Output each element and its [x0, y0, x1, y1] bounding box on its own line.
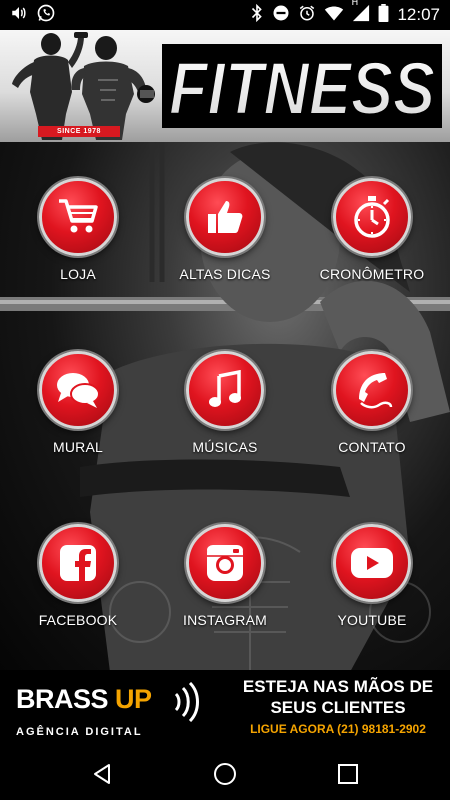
menu-label-contato: CONTATO — [338, 439, 406, 455]
menu-item-contato[interactable]: CONTATO — [302, 351, 442, 455]
menu-label-altas-dicas: ALTAS DICAS — [179, 266, 271, 282]
menu-item-musicas[interactable]: MÚSICAS — [155, 351, 295, 455]
youtube-icon — [351, 548, 393, 578]
musicas-button[interactable] — [186, 351, 264, 429]
facebook-icon — [60, 545, 96, 581]
recents-button[interactable] — [328, 754, 368, 794]
menu-label-loja: LOJA — [60, 266, 96, 282]
altas-dicas-button[interactable] — [186, 178, 264, 256]
fitness-title-text: FITNESS — [169, 47, 435, 130]
ad-brand-main: BRASS — [16, 684, 116, 714]
menu-item-cronometro[interactable]: CRONÔMETRO — [302, 178, 442, 282]
contato-button[interactable] — [333, 351, 411, 429]
menu-item-loja[interactable]: LOJA — [8, 178, 148, 282]
status-right: H 12:07 — [250, 0, 440, 26]
ad-brand-sub: AGÊNCIA DIGITAL — [16, 726, 143, 738]
signal-letter: H — [351, 0, 359, 8]
ad-brand-name: BRASS UP — [16, 684, 152, 715]
loja-button[interactable] — [39, 178, 117, 256]
signal-icon: H — [351, 0, 370, 26]
since-badge: SINCE 1978 — [38, 126, 120, 137]
android-nav-bar — [0, 748, 450, 800]
home-icon — [213, 763, 236, 785]
whatsapp-icon — [36, 3, 56, 27]
fitness-title: FITNESS — [162, 44, 442, 131]
menu-label-cronometro: CRONÔMETRO — [319, 266, 425, 282]
thumbs-up-icon — [208, 201, 243, 233]
bluetooth-icon — [250, 3, 264, 26]
phone-icon — [359, 373, 393, 409]
ad-message-panel: ESTEJA NAS MÃOS DE SEUS CLIENTES LIGUE A… — [226, 670, 450, 748]
facebook-button[interactable] — [39, 524, 117, 602]
menu-item-mural[interactable]: MURAL — [8, 351, 148, 455]
youtube-button[interactable] — [333, 524, 411, 602]
menu-label-mural: MURAL — [52, 439, 103, 455]
app-header: SINCE 1978 FITNESS — [0, 30, 450, 142]
ad-headline: ESTEJA NAS MÃOS DE SEUS CLIENTES — [232, 676, 444, 718]
music-note-icon — [209, 370, 241, 407]
instagram-button[interactable] — [186, 524, 264, 602]
stopwatch-icon — [354, 196, 390, 238]
signal-waves-icon — [174, 682, 199, 722]
back-button[interactable] — [82, 754, 122, 794]
ad-headline-line-1: ESTEJA NAS MÃOS DE — [242, 677, 434, 696]
menu-label-musicas: MÚSICAS — [192, 439, 258, 455]
chat-bubbles-icon — [57, 373, 100, 408]
mural-button[interactable] — [39, 351, 117, 429]
ad-banner[interactable]: BRASS UP AGÊNCIA DIGITAL ESTEJA NAS MÃOS… — [0, 670, 450, 748]
ad-headline-line-2: SEUS CLIENTES — [270, 698, 406, 717]
wifi-icon — [324, 4, 344, 26]
back-icon — [93, 764, 110, 784]
menu-item-instagram[interactable]: INSTAGRAM — [155, 524, 295, 628]
battery-icon — [378, 4, 389, 26]
do-not-disturb-icon — [272, 4, 290, 26]
status-bar: H 12:07 — [0, 0, 450, 30]
menu-item-facebook[interactable]: FACEBOOK — [8, 524, 148, 628]
ad-brand-accent: UP — [115, 684, 152, 714]
recents-icon — [338, 764, 359, 784]
status-left — [10, 3, 56, 27]
status-time: 12:07 — [397, 5, 440, 24]
alarm-icon — [298, 4, 316, 26]
menu-label-youtube: YOUTUBE — [337, 612, 407, 628]
menu-item-youtube[interactable]: YOUTUBE — [302, 524, 442, 628]
menu-label-facebook: FACEBOOK — [38, 612, 118, 628]
cronometro-button[interactable] — [333, 178, 411, 256]
instagram-icon — [207, 545, 243, 581]
ad-cta: LIGUE AGORA (21) 98181-2902 — [250, 722, 426, 736]
menu-label-instagram: INSTAGRAM — [183, 612, 267, 628]
hero-background: LOJA ALTAS DICAS CRONÔMETRO MURAL MÚSICA… — [0, 142, 450, 670]
volume-icon — [10, 4, 28, 26]
athletes-logo — [12, 32, 155, 140]
home-button[interactable] — [205, 754, 245, 794]
shopping-cart-icon — [59, 199, 98, 233]
menu-item-altas-dicas[interactable]: ALTAS DICAS — [155, 178, 295, 282]
